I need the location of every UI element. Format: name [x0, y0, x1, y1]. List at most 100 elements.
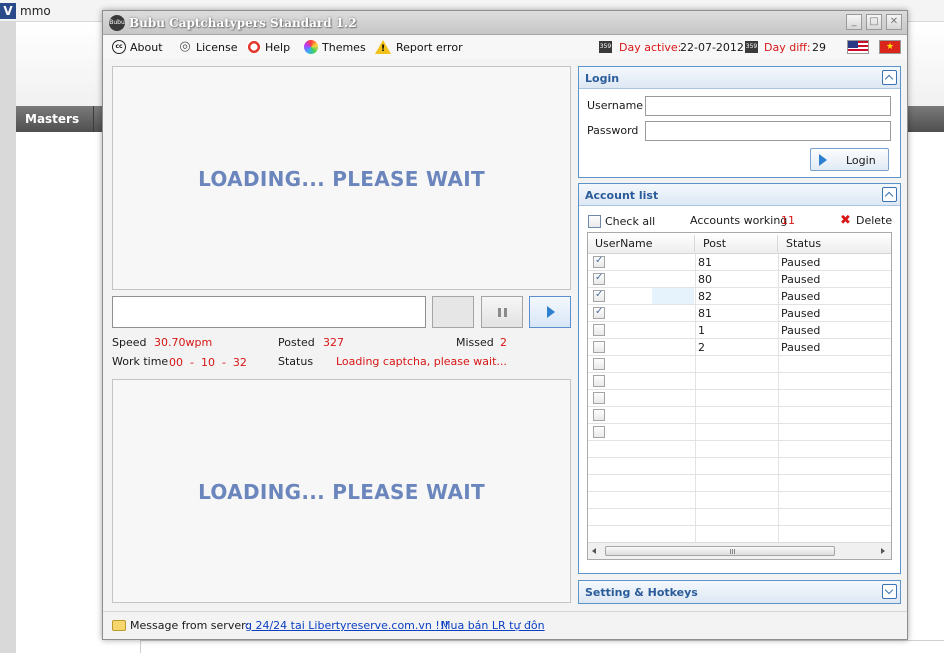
vietnam-flag-icon[interactable]: ★: [879, 40, 901, 54]
maximize-button[interactable]: □: [866, 14, 882, 30]
menu-report-error-label: Report error: [396, 40, 463, 54]
table-row[interactable]: 82 Paused: [588, 288, 891, 305]
login-panel: Login Username Password Login: [578, 66, 901, 178]
table-row[interactable]: 81 Paused: [588, 305, 891, 322]
login-button[interactable]: Login: [810, 148, 889, 171]
check-all-checkbox[interactable]: [588, 215, 601, 228]
accounts-working-label: Accounts working: [690, 214, 788, 227]
account-list-header[interactable]: Account list: [579, 184, 900, 206]
skip-button[interactable]: [432, 296, 474, 328]
scroll-left-arrow-icon[interactable]: [592, 548, 596, 554]
horizontal-scrollbar[interactable]: [588, 542, 891, 559]
table-row[interactable]: 2 Paused: [588, 339, 891, 356]
menu-themes[interactable]: Themes: [304, 39, 366, 55]
settings-panel-title: Setting & Hotkeys: [585, 586, 698, 599]
column-divider: [694, 235, 695, 252]
menu-license[interactable]: ◎ License: [178, 39, 237, 55]
column-line: [778, 526, 779, 543]
us-flag-icon[interactable]: [847, 40, 869, 54]
login-panel-header[interactable]: Login: [579, 67, 900, 89]
login-button-label: Login: [846, 154, 876, 167]
status-label: Status: [278, 355, 314, 368]
table-row-empty[interactable]: [588, 407, 891, 424]
close-button[interactable]: ✕: [886, 14, 902, 30]
column-line: [695, 322, 696, 339]
check-all-label[interactable]: Check all: [605, 215, 655, 228]
message-icon: [112, 620, 126, 631]
caret-down-icon: [31, 142, 41, 149]
password-field[interactable]: [645, 121, 891, 141]
table-row[interactable]: 81 Paused: [588, 254, 891, 271]
column-username[interactable]: UserName: [595, 237, 653, 250]
column-line: [695, 424, 696, 441]
column-line: [778, 271, 779, 288]
column-divider: [777, 235, 778, 252]
row-checkbox[interactable]: [593, 272, 605, 285]
accounts-working-count: 11: [781, 214, 795, 227]
row-checkbox[interactable]: [593, 306, 605, 319]
table-row-empty: [588, 526, 891, 543]
table-row[interactable]: 80 Paused: [588, 271, 891, 288]
captcha-answer-input[interactable]: [112, 296, 426, 328]
menu-help[interactable]: Help: [247, 39, 290, 55]
row-status: Paused: [781, 307, 821, 320]
column-line: [695, 305, 696, 322]
row-checkbox[interactable]: [593, 358, 605, 370]
loading-message-bottom: LOADING... PLEASE WAIT: [198, 480, 485, 504]
row-checkbox[interactable]: [593, 324, 605, 336]
site-title: mmo: [20, 4, 51, 18]
scrollbar-thumb[interactable]: [605, 546, 835, 556]
column-line: [778, 475, 779, 492]
title-bar[interactable]: Bubu Bubu Captchatypers Standard 1.2 _ □…: [103, 11, 907, 35]
table-row-empty[interactable]: [588, 356, 891, 373]
column-post[interactable]: Post: [703, 237, 726, 250]
row-checkbox[interactable]: [593, 341, 605, 353]
row-checkbox[interactable]: [593, 375, 605, 387]
column-status[interactable]: Status: [786, 237, 821, 250]
scroll-right-arrow-icon[interactable]: [881, 548, 885, 554]
menu-about-label: About: [130, 40, 163, 54]
captcha-image-top: LOADING... PLEASE WAIT: [112, 66, 571, 290]
column-line: [695, 407, 696, 424]
row-checkbox[interactable]: [593, 289, 605, 302]
row-checkbox[interactable]: [593, 255, 605, 268]
row-post: 82: [698, 290, 712, 303]
menu-about[interactable]: cc About: [112, 39, 163, 55]
table-row-empty[interactable]: [588, 373, 891, 390]
row-status: Paused: [781, 290, 821, 303]
row-status: Paused: [781, 324, 821, 337]
menu-help-label: Help: [265, 40, 291, 54]
app-logo-icon: Bubu: [109, 15, 125, 31]
missed-value: 2: [500, 336, 507, 349]
column-line: [695, 254, 696, 271]
menu-report-error[interactable]: Report error: [375, 39, 463, 56]
chevron-down-icon[interactable]: [882, 584, 897, 599]
delete-button[interactable]: Delete: [856, 214, 892, 227]
row-checkbox[interactable]: [593, 426, 605, 438]
start-button[interactable]: [529, 296, 571, 328]
settings-panel-header[interactable]: Setting & Hotkeys: [579, 581, 900, 603]
delete-icon[interactable]: ✖: [840, 213, 851, 228]
server-message-link-2[interactable]: Mua bán LR tự đôn: [441, 619, 545, 632]
row-post: 2: [698, 341, 705, 354]
day-active-value: 22-07-2012: [680, 41, 744, 54]
creative-commons-icon: cc: [112, 40, 126, 54]
chevron-up-icon[interactable]: [882, 70, 897, 85]
chevron-up-icon[interactable]: [882, 187, 897, 202]
column-line: [778, 390, 779, 407]
menu-license-label: License: [196, 40, 238, 54]
captcha-image-bottom: LOADING... PLEASE WAIT: [112, 379, 571, 603]
column-line: [695, 288, 696, 305]
table-row-empty: [588, 441, 891, 458]
server-message-link-1[interactable]: g 24/24 tai Libertyreserve.com.vn !!!: [245, 619, 449, 632]
username-field[interactable]: [645, 96, 891, 116]
row-checkbox[interactable]: [593, 409, 605, 421]
nav-masters-menu[interactable]: Masters: [16, 106, 94, 149]
table-row-empty[interactable]: [588, 424, 891, 441]
minimize-button[interactable]: _: [846, 14, 862, 30]
row-checkbox[interactable]: [593, 392, 605, 404]
table-row-empty: [588, 475, 891, 492]
table-row[interactable]: 1 Paused: [588, 322, 891, 339]
pause-button[interactable]: [481, 296, 523, 328]
table-row-empty[interactable]: [588, 390, 891, 407]
